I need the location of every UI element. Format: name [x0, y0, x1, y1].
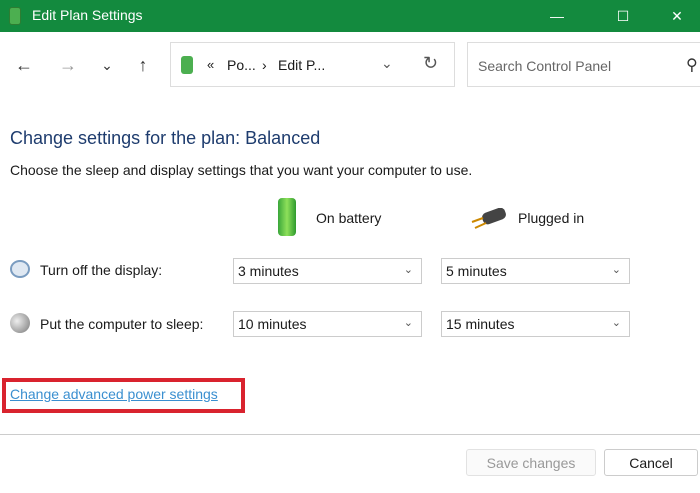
- chevron-down-icon: ⌄: [611, 317, 621, 329]
- breadcrumb-edit-plan[interactable]: Edit P...: [278, 57, 325, 73]
- address-bar[interactable]: « Po... › Edit P... ⌄ ↻: [170, 42, 455, 87]
- address-dropdown-icon[interactable]: ⌄: [381, 55, 393, 72]
- chevron-down-icon: ⌄: [611, 264, 621, 276]
- selected-value: 3 minutes: [238, 263, 299, 279]
- cancel-button[interactable]: Cancel: [604, 449, 698, 476]
- selected-value: 5 minutes: [446, 263, 507, 279]
- battery-icon: [278, 198, 296, 236]
- save-changes-button[interactable]: Save changes: [466, 449, 596, 476]
- breadcrumb-separator-icon: ›: [262, 57, 267, 73]
- window-title: Edit Plan Settings: [32, 7, 143, 23]
- sleep-moon-icon: [10, 313, 30, 333]
- refresh-icon[interactable]: ↻: [423, 53, 438, 74]
- plug-icon: [471, 208, 506, 229]
- title-bar: Edit Plan Settings — ☐ ✕: [0, 0, 700, 32]
- minimize-button[interactable]: —: [534, 0, 580, 32]
- search-icon[interactable]: ⚲: [686, 55, 698, 75]
- forward-button[interactable]: →: [55, 52, 81, 78]
- page-description: Choose the sleep and display settings th…: [10, 162, 473, 178]
- selected-value: 15 minutes: [446, 316, 515, 332]
- address-overflow-icon[interactable]: «: [207, 57, 214, 72]
- divider: [0, 434, 700, 435]
- advanced-power-settings-link[interactable]: Change advanced power settings: [10, 386, 218, 402]
- sleep-plugged-select[interactable]: 15 minutes ⌄: [441, 311, 630, 337]
- recent-locations-button[interactable]: ⌄: [94, 52, 120, 78]
- display-plugged-select[interactable]: 5 minutes ⌄: [441, 258, 630, 284]
- up-button[interactable]: ↑: [130, 52, 156, 78]
- display-label: Turn off the display:: [40, 262, 163, 278]
- search-box[interactable]: Search Control Panel ⚲: [467, 42, 700, 87]
- on-battery-header: On battery: [316, 210, 382, 226]
- close-button[interactable]: ✕: [654, 0, 700, 32]
- chevron-down-icon: ⌄: [403, 264, 413, 276]
- maximize-button[interactable]: ☐: [600, 0, 646, 32]
- display-clock-icon: [10, 260, 30, 278]
- display-battery-select[interactable]: 3 minutes ⌄: [233, 258, 422, 284]
- plugged-in-header: Plugged in: [518, 210, 585, 226]
- power-plan-icon: [9, 7, 21, 25]
- page-title: Change settings for the plan: Balanced: [10, 128, 321, 148]
- search-input[interactable]: Search Control Panel: [478, 58, 611, 74]
- sleep-battery-select[interactable]: 10 minutes ⌄: [233, 311, 422, 337]
- chevron-down-icon: ⌄: [403, 317, 413, 329]
- power-plan-icon: [181, 56, 193, 74]
- selected-value: 10 minutes: [238, 316, 307, 332]
- back-button[interactable]: ←: [11, 52, 37, 78]
- sleep-label: Put the computer to sleep:: [40, 316, 204, 332]
- breadcrumb-power-options[interactable]: Po...: [227, 57, 256, 73]
